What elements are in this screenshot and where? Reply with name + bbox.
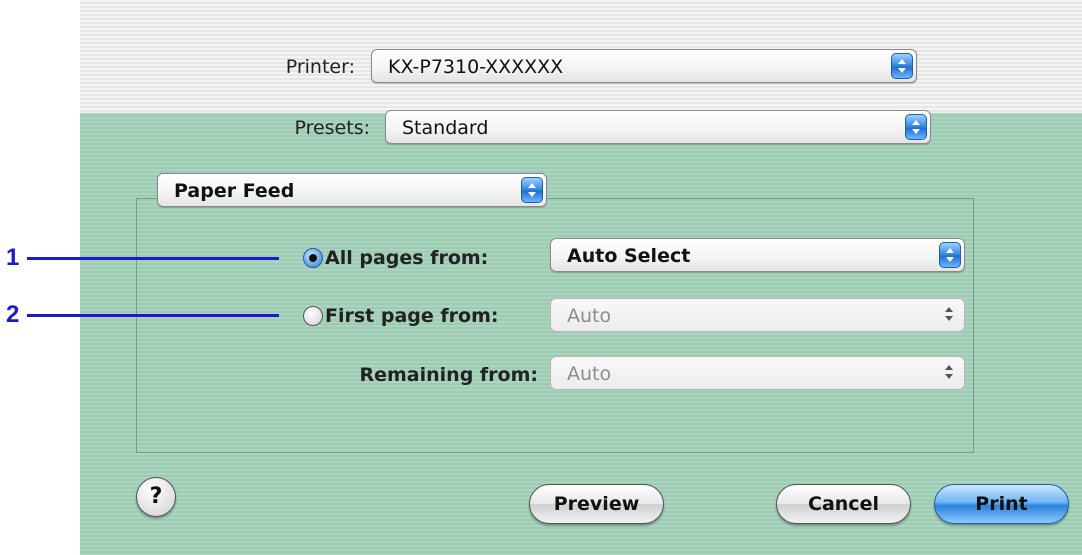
printer-label: Printer: [285, 56, 355, 78]
panel-select-popup[interactable]: Paper Feed [157, 173, 547, 207]
printer-popup[interactable]: KX-P7310-XXXXXX [371, 49, 917, 83]
remaining-label: Remaining from: [359, 364, 538, 386]
callout-line-2 [27, 314, 279, 317]
popup-arrows-icon [939, 360, 961, 386]
all-pages-radio[interactable] [303, 248, 323, 268]
presets-popup[interactable]: Standard [385, 110, 931, 144]
all-pages-value: Auto Select [567, 245, 691, 267]
first-page-label: First page from: [325, 305, 499, 327]
popup-arrows-icon [939, 242, 961, 268]
remaining-popup[interactable]: Auto [550, 356, 965, 390]
callout-number-2: 2 [6, 301, 20, 328]
popup-arrows-icon [905, 114, 927, 140]
presets-value: Standard [402, 117, 489, 139]
panel-select-value: Paper Feed [174, 180, 295, 202]
first-page-popup[interactable]: Auto [550, 298, 965, 332]
help-button[interactable]: ? [136, 477, 176, 517]
printer-value: KX-P7310-XXXXXX [388, 56, 564, 78]
first-page-value: Auto [567, 305, 612, 327]
callout-number-1: 1 [6, 244, 20, 271]
all-pages-label: All pages from: [325, 247, 489, 269]
popup-arrows-icon [891, 53, 913, 79]
print-button[interactable]: Print [934, 484, 1069, 524]
callout-line-1 [27, 257, 279, 260]
remaining-value: Auto [567, 363, 612, 385]
popup-arrows-icon [521, 177, 543, 203]
all-pages-popup[interactable]: Auto Select [550, 238, 965, 272]
popup-arrows-icon [939, 302, 961, 328]
cancel-button[interactable]: Cancel [776, 484, 911, 524]
first-page-radio[interactable] [303, 306, 323, 326]
preview-button[interactable]: Preview [529, 484, 664, 524]
radio-dot-icon [309, 254, 317, 262]
presets-label: Presets: [294, 117, 370, 139]
